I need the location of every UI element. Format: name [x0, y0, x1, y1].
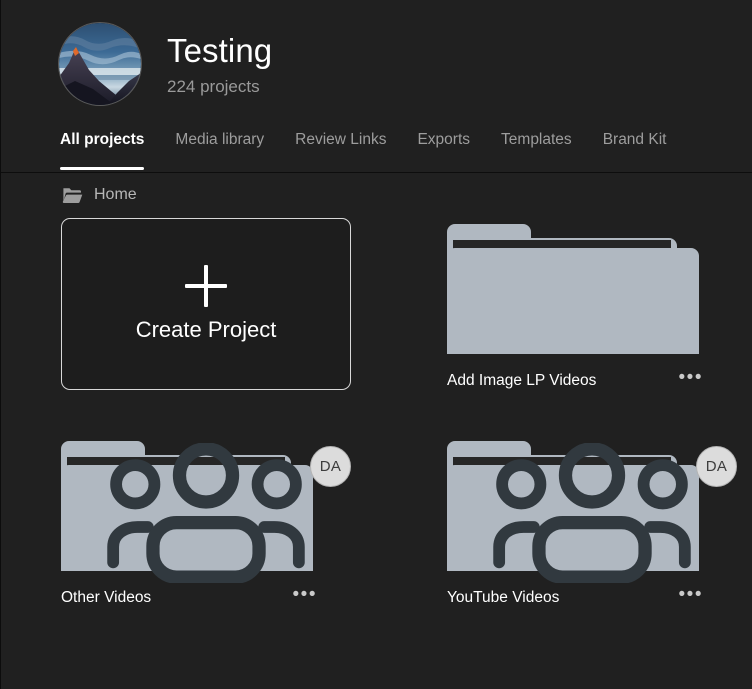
tab-templates[interactable]: Templates [501, 127, 572, 171]
folder-icon: DA [61, 435, 351, 583]
plus-icon [185, 265, 227, 307]
folder-more-options-button[interactable]: ••• [281, 585, 319, 610]
projects-page: Testing 224 projects All projects Media … [0, 0, 752, 689]
folder-footer: Add Image LP Videos ••• [447, 368, 737, 393]
tab-media-library[interactable]: Media library [175, 127, 264, 171]
workspace-avatar[interactable] [59, 23, 141, 105]
folder-name: Other Videos [61, 589, 152, 606]
workspace-header: Testing 224 projects All projects Media … [1, 0, 752, 173]
breadcrumb-item-home[interactable]: Home [94, 186, 137, 204]
breadcrumb: Home [1, 173, 752, 217]
projects-content: Home Create Project Add Image LP Videos … [1, 173, 752, 681]
create-project-label: Create Project [135, 317, 277, 342]
create-project-button[interactable]: Create Project [61, 218, 351, 390]
shared-people-icon [447, 443, 737, 583]
project-count: 224 projects [167, 76, 260, 96]
workspace-identity: Testing 224 projects [1, 23, 752, 105]
folder-collaborator-avatar[interactable]: DA [696, 446, 737, 487]
shared-people-icon [61, 443, 351, 583]
folder-more-options-button[interactable]: ••• [667, 368, 705, 393]
folder-collaborator-avatar[interactable]: DA [310, 446, 351, 487]
folder-footer: YouTube Videos ••• [447, 585, 737, 610]
page-title: Testing [167, 31, 273, 69]
folder-card-youtube-videos[interactable]: DA YouTube Videos ••• [447, 435, 737, 610]
tab-exports[interactable]: Exports [417, 127, 470, 171]
folder-card-other-videos[interactable]: DA Other Videos ••• [61, 435, 351, 610]
folder-name: Add Image LP Videos [447, 372, 597, 389]
tab-all-projects[interactable]: All projects [60, 127, 145, 171]
folder-icon [447, 218, 737, 358]
tab-bar: All projects Media library Review Links … [1, 127, 752, 173]
tab-brand-kit[interactable]: Brand Kit [603, 127, 667, 171]
folder-name: YouTube Videos [447, 589, 560, 606]
tab-review-links[interactable]: Review Links [295, 127, 386, 171]
folder-more-options-button[interactable]: ••• [667, 585, 705, 610]
projects-grid: Create Project Add Image LP Videos ••• D… [1, 217, 752, 610]
folder-icon: DA [447, 435, 737, 583]
workspace-text: Testing 224 projects [167, 31, 272, 98]
folder-card-add-image-lp-videos[interactable]: Add Image LP Videos ••• [447, 218, 737, 393]
folder-footer: Other Videos ••• [61, 585, 351, 610]
folder-open-icon [61, 184, 83, 206]
